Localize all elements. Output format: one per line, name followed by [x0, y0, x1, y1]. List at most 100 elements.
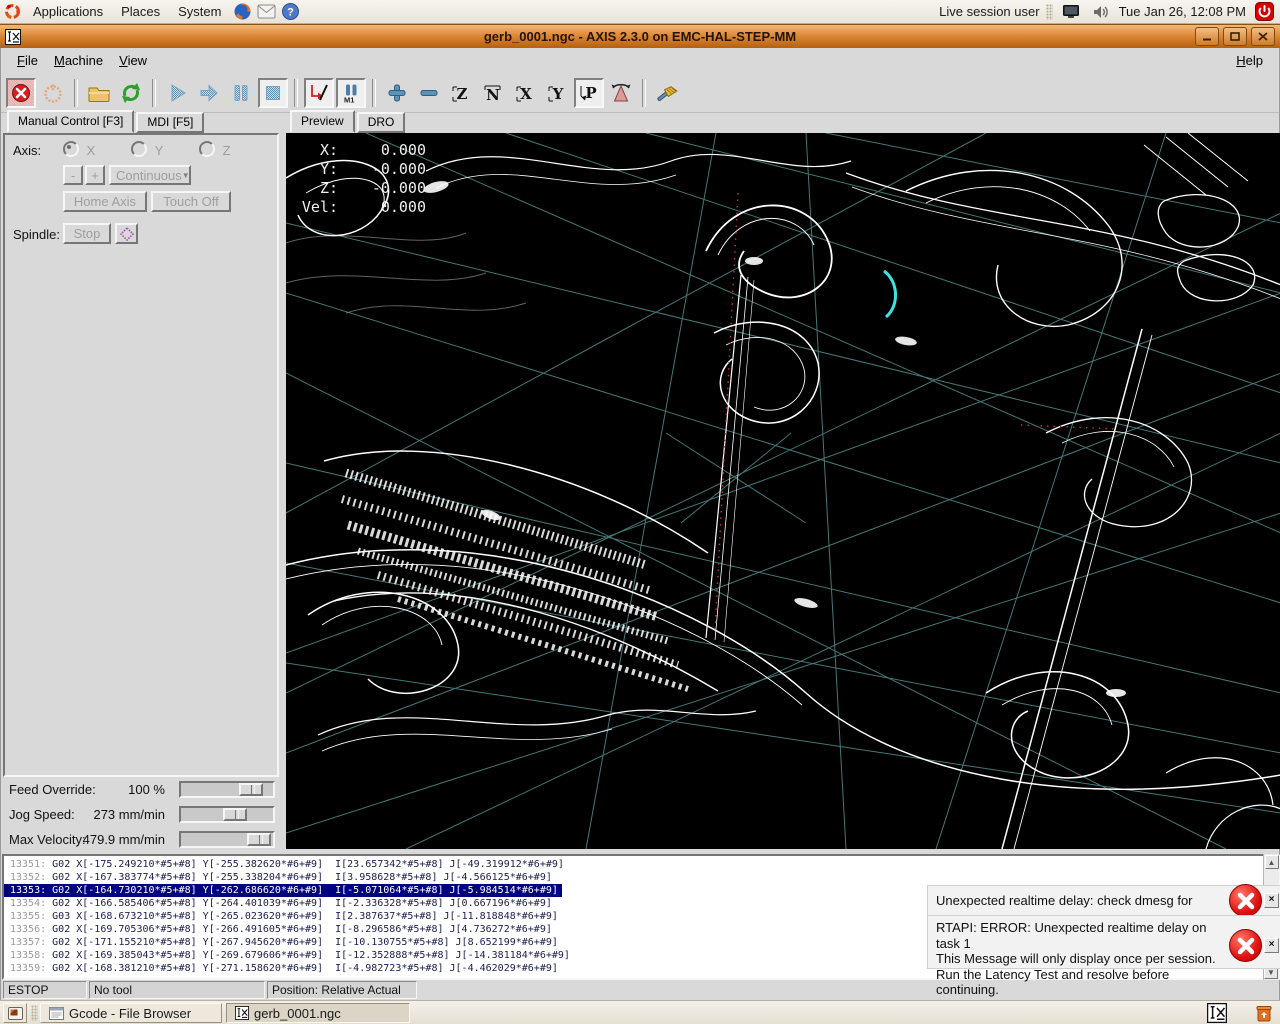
manual-control-panel: Axis: X Y Z - + Continuous ▼ Home Axis T…	[3, 133, 279, 777]
axis-radio-x[interactable]: X	[63, 141, 95, 158]
view-z-rotated-icon: N	[482, 82, 504, 104]
view-z-button[interactable]: Z	[446, 78, 476, 108]
gcode-line[interactable]: 13351: G02 X[-175.249210*#5+#8] Y[-255.3…	[4, 856, 1278, 871]
tab-mdi[interactable]: MDI [F5]	[136, 112, 204, 133]
home-axis-button[interactable]: Home Axis	[63, 191, 147, 212]
rotate-view-button[interactable]	[606, 78, 636, 108]
help-launcher-icon[interactable]: ?	[279, 2, 301, 22]
step-button[interactable]	[194, 78, 224, 108]
preview-canvas[interactable]: X:0.000 Y:-0.000 Z:-0.000 Vel:0.000	[286, 133, 1280, 849]
view-z2-button[interactable]: N	[478, 78, 508, 108]
stop-button[interactable]	[258, 78, 288, 108]
run-button[interactable]	[162, 78, 192, 108]
run-icon	[166, 82, 188, 104]
toolbar-separator	[152, 79, 156, 107]
slider-handle[interactable]	[239, 783, 263, 796]
toolbar-separator	[642, 79, 646, 107]
display-tray-icon[interactable]	[1060, 2, 1082, 22]
gnome-top-panel: Applications Places System ? Live sessio…	[0, 0, 1280, 24]
spindle-stop-button[interactable]: Stop	[63, 223, 111, 244]
trash-applet-icon[interactable]	[1254, 1003, 1274, 1024]
view-perspective-icon: P	[578, 82, 600, 104]
max-velocity-slider[interactable]	[179, 831, 275, 848]
maximize-button[interactable]	[1223, 27, 1247, 46]
axis-radio-y[interactable]: Y	[131, 141, 163, 158]
slider-handle[interactable]	[247, 833, 271, 846]
axis-label: Axis:	[13, 143, 41, 158]
scroll-up-arrow[interactable]: ▲	[1265, 855, 1279, 869]
tab-dro[interactable]: DRO	[357, 112, 406, 133]
applications-menu[interactable]: Applications	[24, 4, 112, 19]
brake-icon	[120, 227, 134, 241]
minimize-button[interactable]	[1195, 27, 1219, 46]
jog-speed-label: Jog Speed:	[9, 807, 75, 822]
mail-launcher-icon[interactable]	[255, 2, 277, 22]
view-x-button[interactable]: X	[510, 78, 540, 108]
optional-stop-icon: M1	[340, 82, 362, 104]
session-user-label[interactable]: Live session user	[939, 4, 1039, 19]
pause-button[interactable]	[226, 78, 256, 108]
system-menu[interactable]: System	[169, 4, 230, 19]
menu-file[interactable]: File	[9, 51, 46, 70]
places-menu[interactable]: Places	[112, 4, 169, 19]
reload-file-button[interactable]	[116, 78, 146, 108]
dismiss-notification-button[interactable]: ×	[1264, 893, 1279, 908]
estop-button[interactable]	[6, 78, 36, 108]
svg-text:X: X	[520, 85, 532, 103]
traverse-dotted-lines	[715, 193, 1116, 631]
notification-text: RTAPI: ERROR: Unexpected realtime delay …	[936, 920, 1224, 951]
firefox-launcher-icon[interactable]	[231, 2, 253, 22]
radio-z[interactable]	[199, 141, 215, 157]
feed-override-slider[interactable]	[179, 781, 275, 798]
block-delete-toggle[interactable]	[304, 78, 334, 108]
spindle-brake-button[interactable]	[115, 223, 138, 244]
logout-button[interactable]	[1253, 2, 1275, 22]
preview-notebook-tabs: Preview DRO	[290, 113, 405, 133]
reload-icon	[119, 81, 143, 105]
jog-mode-dropdown[interactable]: Continuous ▼	[109, 165, 191, 185]
svg-text:Y: Y	[552, 85, 564, 103]
machine-power-icon	[42, 82, 64, 104]
tray-axis-icon[interactable]	[1207, 1003, 1227, 1024]
menu-view[interactable]: View	[111, 51, 155, 70]
radio-x[interactable]	[63, 141, 79, 157]
jog-speed-slider[interactable]	[179, 806, 275, 823]
window-titlebar[interactable]: gerb_0001.ngc - AXIS 2.3.0 on EMC-HAL-ST…	[0, 24, 1280, 48]
zoom-in-button[interactable]	[382, 78, 412, 108]
menu-help[interactable]: Help	[1228, 51, 1271, 70]
clock[interactable]: Tue Jan 26, 12:08 PM	[1119, 4, 1246, 19]
axis-radio-z[interactable]: Z	[199, 141, 231, 158]
zoom-out-button[interactable]	[414, 78, 444, 108]
task-axis-window[interactable]: gerb_0001.ngc	[226, 1003, 410, 1023]
tab-preview[interactable]: Preview	[290, 110, 355, 133]
menu-machine[interactable]: Machine	[46, 51, 111, 70]
rotate-icon	[609, 81, 633, 105]
dismiss-notification-button[interactable]: ×	[1264, 938, 1279, 953]
volume-tray-icon[interactable]	[1090, 2, 1112, 22]
radio-y[interactable]	[131, 141, 147, 157]
clear-plot-button[interactable]	[652, 78, 682, 108]
dropdown-arrow-icon: ▼	[182, 171, 190, 180]
ubuntu-logo-icon[interactable]	[1, 2, 23, 22]
axis-icon	[235, 1006, 249, 1020]
slider-handle[interactable]	[223, 808, 247, 821]
menubar: File Machine View Help	[1, 48, 1279, 73]
svg-text:?: ?	[287, 7, 294, 19]
show-desktop-button[interactable]	[3, 1003, 27, 1023]
gcode-line-selected[interactable]: 13353: G02 X[-164.730210*#5+#8] Y[-262.6…	[4, 884, 562, 897]
touch-off-button[interactable]: Touch Off	[151, 191, 231, 212]
taskbar-handle[interactable]	[31, 1005, 38, 1021]
gcode-line[interactable]: 13352: G02 X[-167.383774*#5+#8] Y[-255.3…	[4, 871, 1278, 884]
open-file-button[interactable]	[84, 78, 114, 108]
view-perspective-button[interactable]: P	[574, 78, 604, 108]
jog-plus-button[interactable]: +	[85, 165, 105, 185]
panel-handle[interactable]	[1046, 4, 1053, 20]
close-button[interactable]	[1251, 27, 1275, 46]
tab-manual-control[interactable]: Manual Control [F3]	[7, 110, 134, 133]
optional-stop-toggle[interactable]: M1	[336, 78, 366, 108]
task-file-browser[interactable]: Gcode - File Browser	[40, 1003, 222, 1023]
max-velocity-value: 479.9 mm/min	[83, 832, 165, 847]
machine-power-button[interactable]	[38, 78, 68, 108]
jog-minus-button[interactable]: -	[63, 165, 83, 185]
view-y-button[interactable]: Y	[542, 78, 572, 108]
